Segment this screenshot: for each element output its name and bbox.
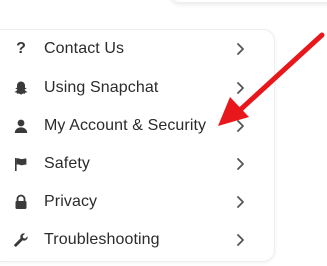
chevron-right-icon bbox=[237, 82, 244, 94]
help-menu: ? Contact Us Using Snapchat My Account &… bbox=[0, 29, 275, 262]
menu-item-using-snapchat[interactable]: Using Snapchat bbox=[0, 70, 260, 106]
menu-item-contact-us[interactable]: ? Contact Us bbox=[0, 31, 260, 67]
user-icon bbox=[12, 117, 30, 135]
menu-item-label: My Account & Security bbox=[44, 117, 207, 134]
menu-item-label: Using Snapchat bbox=[44, 79, 159, 96]
screenshot-canvas: ? Contact Us Using Snapchat My Account &… bbox=[0, 0, 327, 266]
menu-item-troubleshooting[interactable]: Troubleshooting bbox=[0, 222, 260, 258]
menu-item-label: Safety bbox=[44, 155, 90, 172]
menu-item-safety[interactable]: Safety bbox=[0, 146, 260, 182]
question-mark-icon: ? bbox=[16, 40, 26, 57]
menu-item-my-account-security[interactable]: My Account & Security bbox=[0, 108, 260, 144]
top-card bbox=[170, 0, 327, 2]
ghost-icon bbox=[12, 79, 30, 97]
chevron-right-icon bbox=[237, 234, 244, 246]
wrench-icon bbox=[12, 231, 30, 249]
chevron-right-icon bbox=[237, 196, 244, 208]
menu-item-label: Privacy bbox=[44, 193, 98, 210]
chevron-right-icon bbox=[237, 43, 244, 55]
chevron-right-icon bbox=[237, 120, 244, 132]
chevron-right-icon bbox=[237, 158, 244, 170]
menu-item-privacy[interactable]: Privacy bbox=[0, 184, 260, 220]
lock-icon bbox=[12, 193, 30, 211]
menu-item-label: Troubleshooting bbox=[44, 231, 160, 248]
flag-icon bbox=[12, 155, 30, 173]
menu-item-label: Contact Us bbox=[44, 40, 125, 57]
